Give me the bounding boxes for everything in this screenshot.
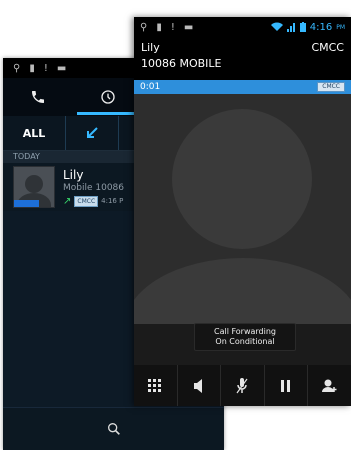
call-forwarding-toast: Call Forwarding On Conditional xyxy=(194,323,296,351)
message-icon: ▬ xyxy=(56,62,67,74)
carrier-badge: CMCC xyxy=(317,82,345,92)
tab-dialer[interactable] xyxy=(3,78,73,116)
pause-icon xyxy=(281,379,291,392)
search-icon[interactable] xyxy=(106,421,122,437)
caller-number: 10086 MOBILE xyxy=(141,57,222,70)
contact-avatar xyxy=(13,166,55,208)
sd-card-icon: ▮ xyxy=(29,62,35,74)
caller-header: Lily CMCC 10086 MOBILE xyxy=(134,37,351,80)
in-call-screen: ⚲ ▮ ! ▬ 4:16 PM Lily CMCC 10086 MOBILE 0… xyxy=(134,17,351,406)
usb-icon: ⚲ xyxy=(13,62,21,74)
outgoing-call-icon: ↗ xyxy=(63,195,72,207)
dialpad-button[interactable] xyxy=(134,365,178,406)
clock-time: 4:16 xyxy=(309,21,333,33)
battery-icon xyxy=(299,22,306,32)
clock-ampm: PM xyxy=(336,23,345,31)
wifi-icon xyxy=(270,22,283,32)
carrier-badge: CMCC xyxy=(74,195,99,207)
call-time: 4:16 P xyxy=(101,197,124,205)
notification-icon: ! xyxy=(43,62,48,74)
add-call-button[interactable] xyxy=(308,365,351,406)
clock-icon xyxy=(100,89,116,105)
sd-card-icon: ▮ xyxy=(156,21,162,33)
call-controls xyxy=(134,365,351,406)
phone-icon xyxy=(30,89,46,105)
speaker-icon xyxy=(193,378,204,393)
message-icon: ▬ xyxy=(183,21,194,33)
carrier-name: CMCC xyxy=(311,41,344,54)
signal-icon xyxy=(286,22,296,32)
filter-all[interactable]: ALL xyxy=(3,116,66,150)
bottom-bar xyxy=(3,407,224,450)
tab-call-log[interactable] xyxy=(73,78,143,116)
usb-icon: ⚲ xyxy=(140,21,148,33)
status-bar: ⚲ ▮ ! ▬ 4:16 PM xyxy=(134,17,351,37)
speaker-button[interactable] xyxy=(178,365,222,406)
caller-name: Lily xyxy=(141,41,160,54)
caller-photo-placeholder xyxy=(134,94,351,324)
call-timer-bar: 0:01 CMCC xyxy=(134,80,351,94)
filter-incoming[interactable] xyxy=(66,116,119,150)
add-call-icon xyxy=(321,379,338,393)
mute-icon xyxy=(236,377,248,394)
contact-name: Lily xyxy=(63,167,84,182)
incoming-arrow-icon xyxy=(85,126,99,140)
mute-button[interactable] xyxy=(221,365,265,406)
dialpad-icon xyxy=(148,378,162,393)
notification-icon: ! xyxy=(170,21,175,33)
call-duration: 0:01 xyxy=(140,82,161,92)
contact-number: Mobile 10086 xyxy=(63,182,125,193)
hold-button[interactable] xyxy=(265,365,309,406)
